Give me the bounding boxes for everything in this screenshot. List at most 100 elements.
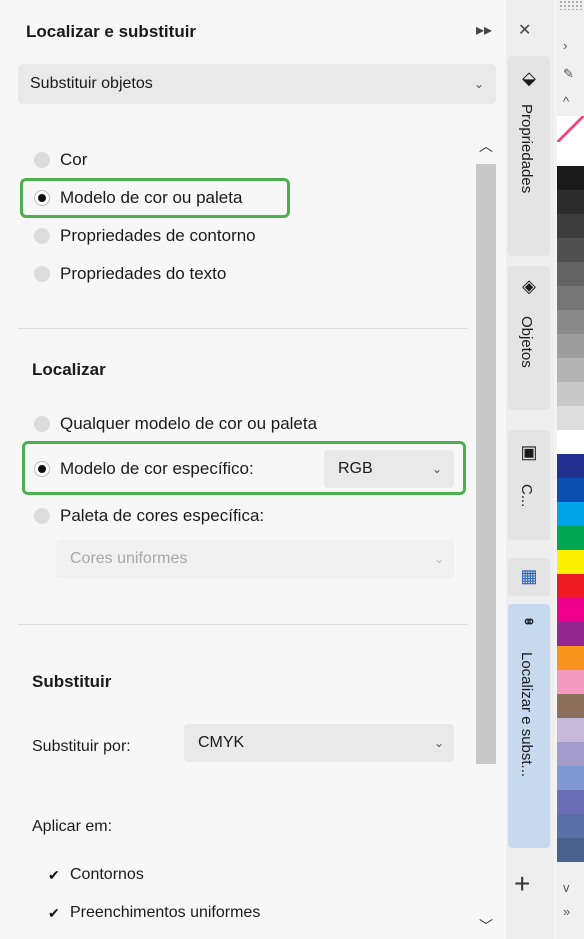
dropdown-value: CMYK (198, 734, 245, 751)
color-swatch[interactable] (557, 742, 584, 766)
color-swatch[interactable] (557, 382, 584, 406)
tab-label: Propriedades (518, 104, 535, 194)
color-palette: › ✎ ^ v » (557, 0, 584, 939)
chevron-down-icon: ⌄ (434, 552, 445, 566)
color-swatch[interactable] (557, 238, 584, 262)
color-swatch[interactable] (557, 454, 584, 478)
color-swatch[interactable] (557, 478, 584, 502)
tab-label: Localizar e subst... (518, 652, 535, 778)
highlight-box (22, 441, 466, 495)
replace-by-dropdown[interactable]: CMYK ⌄ (184, 724, 454, 762)
color-swatch[interactable] (557, 190, 584, 214)
palette-grid-icon: ▦ (520, 566, 538, 586)
color-swatch[interactable] (557, 622, 584, 646)
palette-grip[interactable] (559, 0, 583, 10)
radio-dot (34, 266, 50, 282)
radio-paleta-especifica[interactable]: Paleta de cores específica: (34, 506, 264, 526)
binoculars-icon: ⚭ (521, 612, 537, 632)
highlight-box (20, 178, 290, 218)
check-icon: ✔ (48, 867, 60, 883)
checkbox-label: Contornos (70, 866, 144, 883)
color-swatch[interactable] (557, 550, 584, 574)
radio-propriedades-texto[interactable]: Propriedades do texto (34, 264, 226, 284)
color-swatch[interactable] (557, 598, 584, 622)
scrollbar[interactable]: ︿ ﹀ (472, 128, 498, 939)
close-icon[interactable]: ✕ (518, 20, 531, 40)
color-swatch[interactable] (557, 838, 584, 862)
color-swatch[interactable] (557, 814, 584, 838)
tab-objetos[interactable]: ◈ Objetos (508, 266, 550, 410)
section-heading-substituir: Substituir (32, 672, 112, 691)
tab-label: C... (518, 484, 535, 508)
radio-label: Paleta de cores específica: (60, 506, 265, 525)
radio-dot (34, 152, 50, 168)
color-swatch[interactable] (557, 694, 584, 718)
color-swatch[interactable] (557, 310, 584, 334)
properties-icon: ⬙ (522, 68, 536, 88)
scroll-thumb[interactable] (476, 164, 496, 764)
chevron-down-icon[interactable]: v (563, 880, 570, 895)
expand-icon[interactable]: ▸▸ (476, 20, 492, 40)
radio-dot (34, 416, 50, 432)
palette-dropdown[interactable]: Cores uniformes ⌄ (56, 540, 454, 578)
section-heading-localizar: Localizar (32, 360, 106, 379)
chevron-down-icon: ⌄ (474, 77, 485, 91)
radio-dot (34, 228, 50, 244)
color-swatch[interactable] (557, 790, 584, 814)
tab-localizar-substituir[interactable]: ⚭ Localizar e subst... (508, 604, 550, 848)
docker-content: Cor Modelo de cor ou paleta Propriedades… (0, 112, 506, 939)
divider (18, 328, 468, 329)
color-swatch[interactable] (557, 358, 584, 382)
eyedropper-icon[interactable]: ✎ (563, 66, 574, 82)
color-swatch[interactable] (557, 526, 584, 550)
checkbox-label: Preenchimentos uniformes (70, 904, 261, 921)
double-chevron-icon[interactable]: » (563, 904, 570, 919)
color-swatch[interactable] (557, 334, 584, 358)
color-swatch[interactable] (557, 766, 584, 790)
docker-title-bar: Localizar e substituir ▸▸ (0, 0, 506, 58)
tab-palette-grid[interactable]: ▦ (508, 558, 550, 596)
scroll-up-icon[interactable]: ︿ (479, 136, 493, 156)
color-swatch[interactable] (557, 286, 584, 310)
chevron-right-icon[interactable]: › (563, 38, 567, 53)
radio-label: Cor (60, 150, 88, 169)
find-replace-docker: Localizar e substituir ▸▸ Substituir obj… (0, 0, 506, 939)
color-swatch[interactable] (557, 166, 584, 190)
radio-label: Qualquer modelo de cor ou paleta (60, 414, 318, 433)
no-color-swatch[interactable] (557, 116, 584, 142)
mode-dropdown[interactable]: Substituir objetos ⌄ (18, 64, 496, 104)
tab-label: Objetos (518, 316, 535, 368)
color-swatch[interactable] (557, 670, 584, 694)
color-swatch[interactable] (557, 718, 584, 742)
radio-label: Propriedades do texto (60, 264, 227, 283)
docker-title: Localizar e substituir (26, 22, 197, 41)
chevron-down-icon: ⌄ (434, 736, 445, 750)
radio-label: Propriedades de contorno (60, 226, 256, 245)
tab-c[interactable]: ▣ C... (508, 430, 550, 540)
radio-qualquer-modelo[interactable]: Qualquer modelo de cor ou paleta (34, 414, 317, 434)
chevron-up-icon[interactable]: ^ (563, 94, 569, 109)
checkbox-preenchimentos[interactable]: ✔ Preenchimentos uniformes (48, 904, 260, 922)
mode-dropdown-value: Substituir objetos (30, 75, 153, 92)
radio-propriedades-contorno[interactable]: Propriedades de contorno (34, 226, 256, 246)
color-swatch[interactable] (557, 142, 584, 166)
divider (18, 624, 468, 625)
scroll-down-icon[interactable]: ﹀ (479, 916, 493, 936)
checkbox-contornos[interactable]: ✔ Contornos (48, 866, 144, 884)
docker-tab-strip: ✕ ⬙ Propriedades ◈ Objetos ▣ C... ▦ ⚭ Lo… (506, 0, 554, 939)
color-swatch[interactable] (557, 406, 584, 430)
radio-cor[interactable]: Cor (34, 150, 87, 170)
color-swatch[interactable] (557, 430, 584, 454)
check-icon: ✔ (48, 905, 60, 921)
radio-dot (34, 508, 50, 524)
tab-propriedades[interactable]: ⬙ Propriedades (508, 56, 550, 256)
apply-label: Aplicar em: (32, 818, 113, 835)
add-docker-icon[interactable]: + (514, 868, 530, 900)
color-swatch[interactable] (557, 262, 584, 286)
color-swatch[interactable] (557, 214, 584, 238)
color-swatch[interactable] (557, 502, 584, 526)
color-swatch[interactable] (557, 646, 584, 670)
frame-icon: ▣ (520, 442, 538, 462)
color-swatch[interactable] (557, 574, 584, 598)
dropdown-value: Cores uniformes (70, 550, 188, 567)
